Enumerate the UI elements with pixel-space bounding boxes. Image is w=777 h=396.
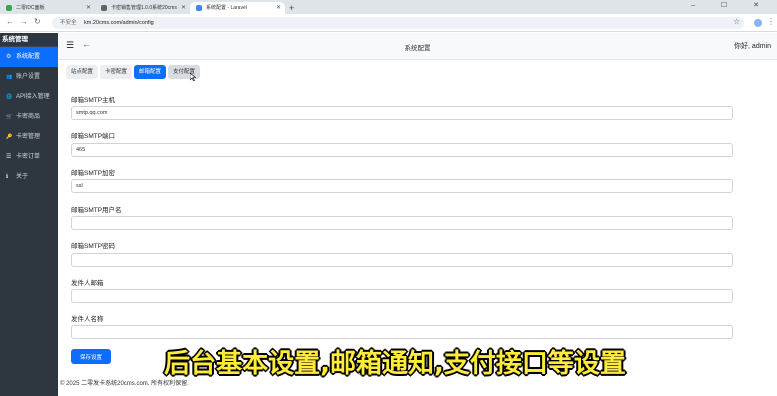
sidebar-item-label: 卡密管理	[16, 134, 41, 140]
sender-name-input[interactable]	[71, 325, 733, 339]
config-tabs: 站点配置 卡密配置 邮箱配置 支付配置	[66, 65, 201, 79]
info-icon: ℹ	[6, 174, 9, 180]
field-label: 邮箱SMTP用户名	[71, 207, 122, 214]
video-caption: 后台基本设置,邮箱通知,支付接口等设置	[164, 349, 626, 379]
sidebar-item-system-config[interactable]: ⚙ 系统配置	[0, 47, 58, 67]
window-controls[interactable]: – ☐ ✕	[691, 1, 771, 9]
close-icon[interactable]: ✕	[276, 2, 281, 14]
browser-tab-title: 卡密销售管理1.0.0系统20cms	[111, 5, 177, 11]
sidebar-item-card-products[interactable]: 🛒 卡密商品	[0, 107, 58, 127]
tab-email-config[interactable]: 邮箱配置	[134, 65, 167, 79]
sidebar: 系统管理 ⚙ 系统配置 👥 账户设置 🌐 API接入管理 🛒 卡密商品 🔑 卡密管理 ☰ 卡…	[0, 33, 58, 396]
menu-icon[interactable]: ⋮	[767, 17, 775, 26]
browser-tab-title: 二零IDC面板	[16, 5, 45, 11]
sidebar-item-label: 卡密订单	[16, 154, 41, 160]
browser-tab[interactable]: 卡密销售管理1.0.0系统20cms ✕	[95, 2, 190, 14]
url-text: km.20cms.com/admin/config	[84, 20, 154, 26]
page-icon	[196, 5, 202, 11]
sidebar-item-about[interactable]: ℹ 关于	[0, 167, 58, 187]
user-greeting[interactable]: 你好, admin	[734, 41, 771, 51]
save-button[interactable]: 保存设置	[71, 349, 111, 364]
list-icon: ☰	[6, 154, 12, 160]
mouse-pointer-icon	[190, 73, 196, 81]
not-secure-label[interactable]: 不安全	[60, 20, 77, 26]
sidebar-item-label: 系统配置	[16, 54, 41, 60]
shield-icon	[6, 5, 12, 11]
users-icon: 👥	[6, 74, 13, 80]
profile-avatar[interactable]	[754, 19, 762, 27]
new-tab-icon[interactable]: +	[289, 2, 294, 14]
sidebar-item-api[interactable]: 🌐 API接入管理	[0, 87, 58, 107]
field-label: 邮箱SMTP端口	[71, 133, 116, 140]
smtp-host-input[interactable]	[71, 106, 733, 120]
smtp-password-input[interactable]	[71, 253, 733, 267]
reload-icon[interactable]: ↻	[34, 17, 41, 26]
close-icon[interactable]: ✕	[181, 2, 186, 14]
address-bar: ← → ↻ 不安全 km.20cms.com/admin/config ☆ ⋮	[0, 14, 777, 32]
gear-icon: ⚙	[6, 54, 12, 60]
sidebar-item-label: API接入管理	[16, 94, 50, 100]
field-label: 邮箱SMTP加密	[71, 170, 116, 177]
globe-icon: 🌐	[6, 94, 13, 100]
field-label: 发件人名称	[71, 316, 104, 323]
field-label: 邮箱SMTP主机	[71, 97, 116, 104]
key-icon: 🔑	[6, 134, 13, 140]
tab-card-config[interactable]: 卡密配置	[100, 65, 133, 79]
page-icon	[101, 5, 107, 11]
sidebar-item-label: 账户设置	[16, 74, 41, 80]
tab-site-config[interactable]: 站点配置	[66, 65, 99, 79]
sidebar-brand: 系统管理	[0, 33, 58, 47]
top-header: ☰ ← 系统配置 你好, admin	[58, 33, 777, 60]
browser-tab-bar: 二零IDC面板 ✕ 卡密销售管理1.0.0系统20cms ✕ 系统配置 - La…	[0, 0, 777, 14]
browser-tab[interactable]: 二零IDC面板 ✕	[0, 2, 95, 14]
back-arrow-icon[interactable]: ←	[6, 17, 14, 26]
smtp-port-input[interactable]	[71, 143, 733, 157]
forward-arrow-icon[interactable]: →	[20, 17, 28, 26]
sidebar-item-label: 关于	[16, 174, 29, 180]
url-field[interactable]: 不安全 km.20cms.com/admin/config	[52, 17, 744, 29]
close-icon[interactable]: ✕	[86, 2, 91, 14]
cart-icon: 🛒	[6, 114, 13, 120]
field-label: 邮箱SMTP密码	[71, 243, 116, 250]
sidebar-item-account[interactable]: 👥 账户设置	[0, 67, 58, 87]
sidebar-item-card-orders[interactable]: ☰ 卡密订单	[0, 147, 58, 167]
sidebar-item-label: 卡密商品	[16, 114, 41, 120]
page-title: 系统配置	[404, 45, 431, 52]
smtp-encryption-input[interactable]	[71, 179, 733, 193]
browser-tab-title: 系统配置 - Laravel	[206, 5, 247, 11]
bookmark-star-icon[interactable]: ☆	[733, 17, 740, 26]
field-label: 发件人邮箱	[71, 280, 104, 287]
smtp-username-input[interactable]	[71, 216, 733, 230]
sidebar-item-card-management[interactable]: 🔑 卡密管理	[0, 127, 58, 147]
sender-email-input[interactable]	[71, 289, 733, 303]
browser-tab-active[interactable]: 系统配置 - Laravel ✕	[190, 2, 285, 14]
